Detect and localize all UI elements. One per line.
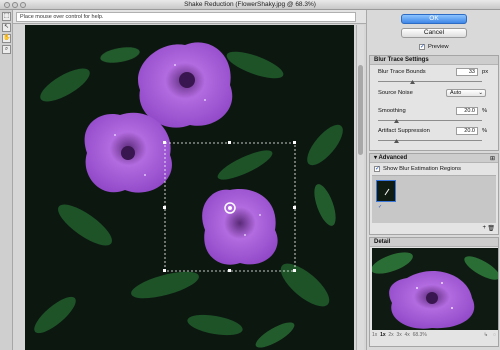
window-title: Shake Reduction (FlowerShaky.jpg @ 68.3%… <box>184 1 316 8</box>
zoom-level-4[interactable]: 4x <box>405 332 410 338</box>
help-text: Place mouse over control for help. <box>16 12 356 22</box>
zoom-level-5[interactable]: 68.3% <box>413 332 427 338</box>
zoom-level-1[interactable]: 1x <box>380 332 386 338</box>
unlock-loupe-icon[interactable]: ◌ <box>493 331 496 340</box>
source-noise-value: Auto <box>450 90 462 96</box>
preview-checkbox[interactable]: ✓ <box>419 44 425 50</box>
detail-photo <box>372 248 498 330</box>
zoom-level-2[interactable]: 2x <box>388 332 393 338</box>
advanced-heading-label: Advanced <box>378 155 408 161</box>
region-checked-icon[interactable]: ✓ <box>378 204 382 210</box>
blur-trace-heading: Blur Trace Settings <box>370 56 498 65</box>
artifact-suppression-slider[interactable] <box>378 140 482 141</box>
blur-trace-bounds-label: Blur Trace Bounds <box>378 69 426 75</box>
blur-trace-section: Blur Trace Settings Blur Trace Bounds 33… <box>369 55 499 151</box>
blur-regions-list: ✓ <box>372 175 496 223</box>
zoom-level-3[interactable]: 3x <box>396 332 401 338</box>
detail-section: Detail 1x 1x 2x 3x 4x 68.3% ↳ ◌ <box>369 237 499 347</box>
blur-trace-bounds-slider[interactable] <box>378 81 482 82</box>
image-preview-canvas[interactable] <box>25 25 354 350</box>
flower-photo <box>25 25 354 350</box>
smoothing-slider[interactable] <box>378 120 482 121</box>
blur-direction-tool-icon[interactable]: ↖ <box>2 23 11 32</box>
help-bar: Place mouse over control for help. <box>13 10 366 24</box>
smoothing-field[interactable]: 20.0 <box>456 107 478 115</box>
cancel-button[interactable]: Cancel <box>401 28 467 38</box>
show-regions-label: Show Blur Estimation Regions <box>383 166 461 172</box>
detail-heading: Detail <box>370 238 498 247</box>
preview-label: Preview <box>428 44 449 50</box>
smoothing-label: Smoothing <box>378 108 406 114</box>
advanced-heading[interactable]: ▾ Advanced <box>370 154 498 163</box>
detail-zoom-bar: 1x 1x 2x 3x 4x 68.3% ↳ ◌ <box>372 331 498 340</box>
ok-button[interactable]: OK <box>401 14 467 24</box>
settings-panel: OK Cancel ✓ Preview Blur Trace Settings … <box>366 10 500 350</box>
hand-tool-icon[interactable]: ✋ <box>2 34 11 43</box>
trash-icon[interactable]: 🗑 <box>487 225 495 232</box>
title-bar: Shake Reduction (FlowerShaky.jpg @ 68.3%… <box>0 0 500 10</box>
show-regions-checkbox[interactable]: ✓ <box>374 166 380 172</box>
add-region-icon[interactable]: + <box>482 225 486 231</box>
artifact-suppression-field[interactable]: 20.0 <box>456 127 478 135</box>
source-noise-select[interactable]: Auto ⌄ <box>446 89 486 97</box>
zoom-tool-icon[interactable]: ⌕ <box>2 45 11 54</box>
source-noise-label: Source Noise <box>378 90 413 96</box>
artifact-suppression-unit: % <box>482 128 488 134</box>
blur-estimation-tool-icon[interactable]: ⬚ <box>2 12 11 21</box>
blur-trace-bounds-unit: px <box>482 69 489 75</box>
smoothing-unit: % <box>482 108 488 114</box>
tool-strip: ⬚ ↖ ✋ ⌕ <box>0 10 13 350</box>
canvas-scrollbar-thumb[interactable] <box>358 65 363 155</box>
detail-loupe[interactable] <box>372 248 498 330</box>
blur-trace-bounds-field[interactable]: 33 <box>456 68 478 76</box>
zoom-level-0[interactable]: 1x <box>372 332 377 338</box>
chevron-down-icon: ⌄ <box>478 90 483 96</box>
canvas-scrollbar[interactable] <box>356 25 364 350</box>
expand-panel-icon[interactable]: ⊞ <box>490 155 495 162</box>
region-trace-icon <box>384 188 390 196</box>
enhance-at-loupe-icon[interactable]: ↳ <box>484 331 488 340</box>
advanced-section: ▾ Advanced ⊞ ✓ Show Blur Estimation Regi… <box>369 153 499 235</box>
artifact-suppression-label: Artifact Suppression <box>378 128 430 134</box>
blur-region-thumbnail[interactable] <box>376 180 396 202</box>
